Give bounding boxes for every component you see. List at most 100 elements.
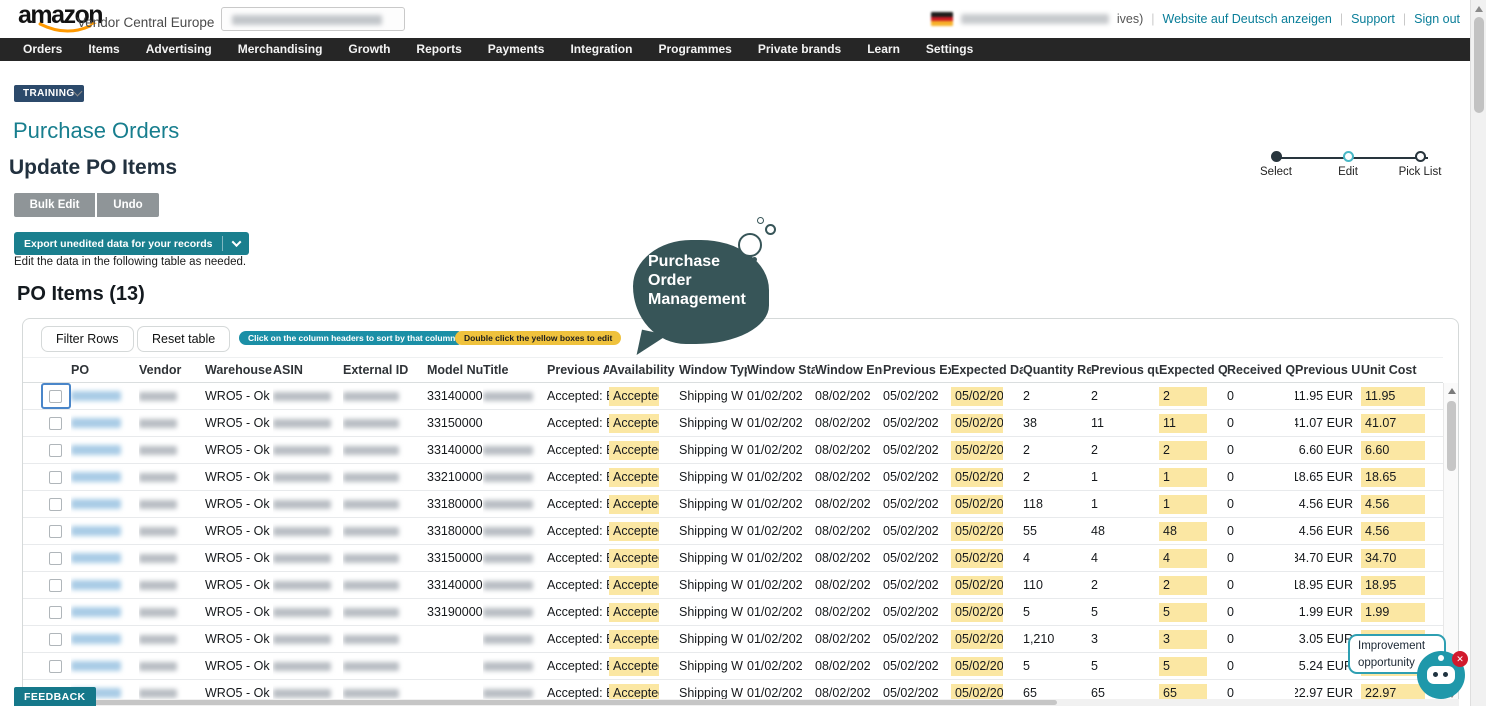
scrollbar-thumb[interactable]: [22, 700, 1057, 705]
po-blurred[interactable]: [71, 526, 121, 536]
row-checkbox[interactable]: [49, 633, 62, 646]
editable-cell-availability[interactable]: Accepted: E: [609, 441, 659, 460]
column-header-vendor[interactable]: Vendor: [139, 358, 205, 382]
editable-cell-expected_date[interactable]: 05/02/202: [951, 468, 1003, 487]
account-selector[interactable]: [221, 7, 405, 31]
editable-cell-expected_quantity[interactable]: 2: [1159, 387, 1207, 406]
horizontal-scrollbar[interactable]: [22, 699, 1459, 706]
row-checkbox[interactable]: [49, 660, 62, 673]
column-header-previous_availability[interactable]: Previous Avai: [547, 358, 609, 382]
column-header-title[interactable]: Title: [483, 358, 547, 382]
po-blurred[interactable]: [71, 553, 121, 563]
training-badge[interactable]: TRAINING: [14, 85, 84, 102]
nav-item-merchandising[interactable]: Merchandising: [225, 38, 336, 61]
nav-item-private-brands[interactable]: Private brands: [745, 38, 854, 61]
row-checkbox[interactable]: [49, 471, 62, 484]
nav-item-integration[interactable]: Integration: [557, 38, 645, 61]
column-header-window_type[interactable]: Window Type: [679, 358, 747, 382]
row-checkbox[interactable]: [49, 444, 62, 457]
po-blurred[interactable]: [71, 580, 121, 590]
editable-cell-availability[interactable]: Accepted: E: [609, 549, 659, 568]
editable-cell-expected_date[interactable]: 05/02/202: [951, 387, 1003, 406]
support-link[interactable]: Support: [1351, 12, 1395, 26]
editable-cell-expected_quantity[interactable]: 2: [1159, 576, 1207, 595]
column-header-expected_quantity[interactable]: Expected Qua: [1159, 358, 1227, 382]
scroll-up-arrow-icon[interactable]: [1475, 6, 1483, 12]
sign-out-link[interactable]: Sign out: [1414, 12, 1460, 26]
po-blurred[interactable]: [71, 472, 121, 482]
column-header-availability[interactable]: Availability: [609, 358, 679, 382]
editable-cell-expected_date[interactable]: 05/02/202: [951, 549, 1003, 568]
page-scrollbar[interactable]: [1470, 0, 1486, 706]
nav-item-programmes[interactable]: Programmes: [645, 38, 744, 61]
po-blurred[interactable]: [71, 391, 121, 401]
editable-cell-availability[interactable]: Accepted: E: [609, 468, 659, 487]
editable-cell-unit_cost[interactable]: 6.60: [1361, 441, 1425, 460]
language-toggle-link[interactable]: Website auf Deutsch anzeigen: [1163, 12, 1332, 26]
editable-cell-availability[interactable]: Accepted: E: [609, 414, 659, 433]
po-blurred[interactable]: [71, 661, 121, 671]
scrollbar-thumb[interactable]: [1474, 17, 1484, 113]
column-header-window_end[interactable]: Window End: [815, 358, 883, 382]
column-header-previous_expected_date[interactable]: Previous Exp: [883, 358, 951, 382]
editable-cell-unit_cost[interactable]: 18.95: [1361, 576, 1425, 595]
editable-cell-availability[interactable]: Accepted: E: [609, 495, 659, 514]
editable-cell-expected_date[interactable]: 05/02/202: [951, 630, 1003, 649]
column-header-received_quantity[interactable]: Received Qua: [1227, 358, 1295, 382]
editable-cell-expected_quantity[interactable]: 4: [1159, 549, 1207, 568]
po-blurred[interactable]: [71, 418, 121, 428]
row-checkbox[interactable]: [49, 498, 62, 511]
editable-cell-unit_cost[interactable]: 4.56: [1361, 522, 1425, 541]
editable-cell-expected_quantity[interactable]: 11: [1159, 414, 1207, 433]
editable-cell-expected_date[interactable]: 05/02/202: [951, 522, 1003, 541]
editable-cell-unit_cost[interactable]: 11.95: [1361, 387, 1425, 406]
filter-rows-button[interactable]: Filter Rows: [41, 326, 134, 352]
scroll-up-arrow-icon[interactable]: [1448, 388, 1456, 394]
po-blurred[interactable]: [71, 634, 121, 644]
editable-cell-expected_quantity[interactable]: 48: [1159, 522, 1207, 541]
row-checkbox[interactable]: [49, 606, 62, 619]
po-blurred[interactable]: [71, 499, 121, 509]
reset-table-button[interactable]: Reset table: [137, 326, 230, 352]
nav-item-orders[interactable]: Orders: [10, 38, 75, 61]
editable-cell-expected_date[interactable]: 05/02/202: [951, 657, 1003, 676]
export-button[interactable]: Export unedited data for your records: [14, 232, 249, 255]
editable-cell-unit_cost[interactable]: 1.99: [1361, 603, 1425, 622]
row-checkbox[interactable]: [49, 417, 62, 430]
column-header-asin[interactable]: ASIN: [273, 358, 343, 382]
column-header-window_start[interactable]: Window Star: [747, 358, 815, 382]
row-checkbox[interactable]: [49, 579, 62, 592]
editable-cell-unit_cost[interactable]: 4.56: [1361, 495, 1425, 514]
editable-cell-expected_quantity[interactable]: 3: [1159, 630, 1207, 649]
editable-cell-expected_quantity[interactable]: 5: [1159, 603, 1207, 622]
editable-cell-expected_quantity[interactable]: 1: [1159, 495, 1207, 514]
editable-cell-unit_cost[interactable]: 18.65: [1361, 468, 1425, 487]
nav-item-items[interactable]: Items: [75, 38, 132, 61]
editable-cell-expected_date[interactable]: 05/02/202: [951, 576, 1003, 595]
nav-item-settings[interactable]: Settings: [913, 38, 986, 61]
editable-cell-expected_quantity[interactable]: 1: [1159, 468, 1207, 487]
column-header-previous_quantity[interactable]: Previous qua: [1091, 358, 1159, 382]
column-header-external_id[interactable]: External ID: [343, 358, 427, 382]
undo-button[interactable]: Undo: [97, 193, 159, 217]
column-header-warehouse[interactable]: Warehouse: [205, 358, 273, 382]
editable-cell-availability[interactable]: Accepted: E: [609, 603, 659, 622]
column-header-expected_date[interactable]: Expected Dat: [951, 358, 1023, 382]
nav-item-advertising[interactable]: Advertising: [133, 38, 225, 61]
editable-cell-unit_cost[interactable]: 41.07: [1361, 414, 1425, 433]
feedback-button[interactable]: FEEDBACK: [14, 687, 96, 706]
editable-cell-expected_date[interactable]: 05/02/202: [951, 414, 1003, 433]
editable-cell-availability[interactable]: Accepted: E: [609, 576, 659, 595]
editable-cell-availability[interactable]: Accepted: E: [609, 630, 659, 649]
row-checkbox[interactable]: [49, 552, 62, 565]
column-header-model_number[interactable]: Model Numb: [427, 358, 483, 382]
bulk-edit-button[interactable]: Bulk Edit: [14, 193, 95, 217]
editable-cell-expected_date[interactable]: 05/02/202: [951, 441, 1003, 460]
po-blurred[interactable]: [71, 607, 121, 617]
close-icon[interactable]: ✕: [1452, 651, 1468, 667]
row-checkbox[interactable]: [49, 525, 62, 538]
editable-cell-availability[interactable]: Accepted: E: [609, 522, 659, 541]
po-blurred[interactable]: [71, 445, 121, 455]
nav-item-reports[interactable]: Reports: [403, 38, 474, 61]
column-header-po[interactable]: PO: [71, 358, 139, 382]
